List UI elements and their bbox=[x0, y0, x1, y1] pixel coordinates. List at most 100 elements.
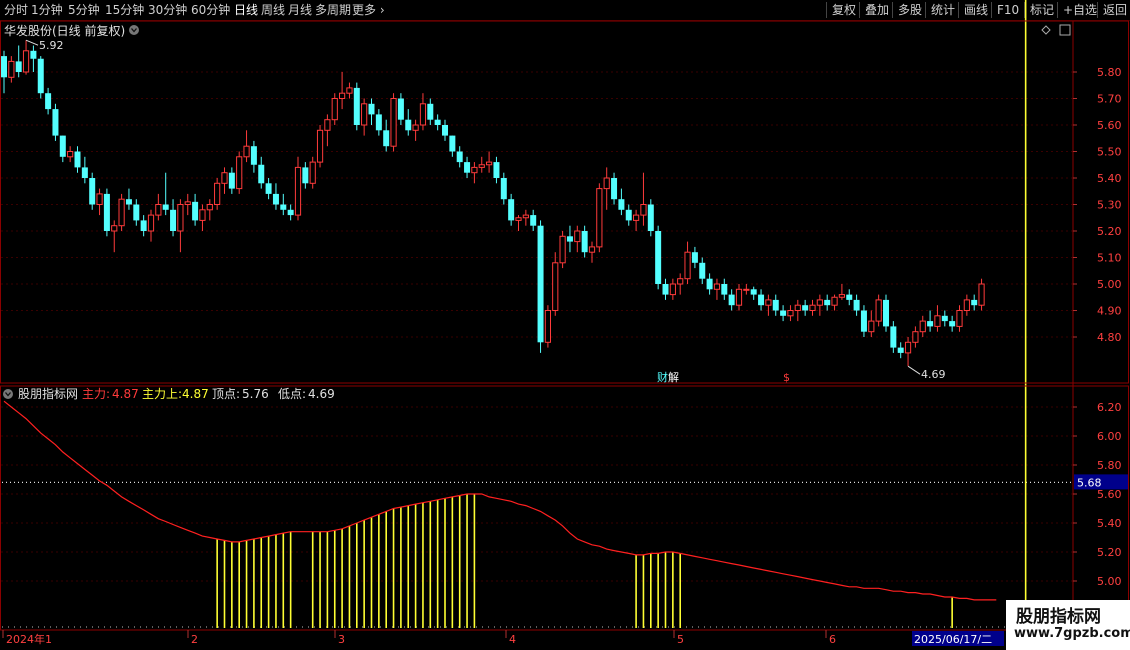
candle-body-down bbox=[758, 294, 765, 306]
candle-body-down bbox=[853, 299, 860, 311]
indicator-name: 股朋指标网 bbox=[18, 386, 78, 401]
candle-body-up bbox=[963, 299, 970, 311]
candle-body-down bbox=[927, 321, 934, 327]
candle-body-down bbox=[375, 114, 382, 131]
candle-body-down bbox=[397, 98, 404, 120]
candle-body-down bbox=[250, 146, 257, 165]
candle-body-up bbox=[875, 299, 882, 322]
candle-body-down bbox=[133, 204, 140, 221]
candle-body-up bbox=[544, 310, 551, 343]
candle-body-up bbox=[956, 310, 963, 327]
indicator-bars bbox=[216, 0, 1027, 628]
indicator-tick-label: 5.00 bbox=[1097, 575, 1122, 588]
candle-body-down bbox=[860, 310, 867, 332]
candle-body-up bbox=[324, 119, 331, 131]
indicator-param-label: 顶点: bbox=[212, 387, 240, 401]
indicator-tick-label: 5.80 bbox=[1097, 459, 1122, 472]
candle-body-down bbox=[780, 310, 787, 316]
indicator-param-value: 4.69 bbox=[308, 387, 335, 401]
candle-body-down bbox=[699, 262, 706, 279]
panel-toggle-icon bbox=[1059, 24, 1071, 36]
time-tick-label: 2 bbox=[191, 633, 198, 646]
indicator-param-label: 低点: bbox=[278, 387, 306, 401]
main-tick-label: 5.10 bbox=[1097, 252, 1122, 265]
candle-body-down bbox=[618, 199, 625, 210]
candle-body-up bbox=[478, 164, 485, 168]
indicator-param-value: 4.87 bbox=[182, 387, 209, 401]
candle-body-up bbox=[515, 217, 522, 221]
main-title: 华发股份(日线 前复权) bbox=[4, 23, 125, 38]
candle-body-up bbox=[633, 214, 640, 221]
candle-body-down bbox=[464, 162, 471, 173]
candle-body-down bbox=[883, 299, 889, 327]
candle-body-down bbox=[530, 215, 537, 226]
candle-body-down bbox=[52, 109, 59, 136]
candle-body-up bbox=[67, 151, 74, 158]
candle-body-down bbox=[508, 199, 515, 221]
candle-body-up bbox=[794, 304, 801, 312]
indicator-line bbox=[3, 400, 997, 601]
candle-body-down bbox=[280, 204, 287, 210]
high-marker-label: 5.92 bbox=[39, 39, 64, 52]
main-grid bbox=[1, 71, 1073, 338]
candle-body-up bbox=[199, 209, 206, 221]
candle-body-down bbox=[383, 130, 390, 147]
candle-body-down bbox=[434, 119, 441, 125]
candle-body-up bbox=[978, 283, 985, 306]
candle-body-up bbox=[214, 182, 221, 206]
candle-body-up bbox=[809, 304, 816, 312]
candle-body-up bbox=[868, 320, 875, 333]
main-tick-label: 5.70 bbox=[1097, 93, 1122, 106]
candle-body-up bbox=[486, 161, 493, 166]
candle-body-up bbox=[177, 204, 184, 232]
event-label-jie: 解 bbox=[668, 370, 679, 384]
candle-body-up bbox=[831, 296, 838, 306]
candle-body-up bbox=[22, 50, 30, 73]
candle-body-up bbox=[559, 235, 566, 264]
candle-body-up bbox=[765, 299, 772, 306]
candle-body-down bbox=[30, 50, 37, 59]
indicator-tick-label: 6.00 bbox=[1097, 430, 1122, 443]
candle-body-up bbox=[640, 204, 647, 216]
low-marker-label: 4.69 bbox=[921, 368, 946, 381]
candle-body-down bbox=[890, 326, 897, 348]
candle-body-down bbox=[103, 193, 110, 231]
main-tick-label: 5.60 bbox=[1097, 119, 1122, 132]
candle-body-down bbox=[228, 172, 235, 189]
candle-body-up bbox=[346, 87, 353, 94]
candle-body-up bbox=[669, 283, 676, 296]
time-tick-label: 3 bbox=[338, 633, 345, 646]
candle-body-up bbox=[390, 98, 397, 147]
candle-body-up bbox=[904, 341, 912, 354]
main-tick-label: 4.80 bbox=[1097, 331, 1122, 344]
candle-body-down bbox=[81, 167, 88, 178]
candle-body-down bbox=[691, 252, 698, 263]
candle-body-down bbox=[192, 201, 199, 221]
candle-body-down bbox=[581, 231, 588, 253]
candle-body-down bbox=[272, 193, 279, 205]
candle-body-up bbox=[331, 98, 338, 121]
candle-body-down bbox=[824, 299, 831, 306]
candle-body-down bbox=[611, 178, 618, 200]
candle-body-up bbox=[743, 288, 750, 291]
candle-body-down bbox=[287, 209, 294, 216]
candle-body-down bbox=[456, 151, 463, 163]
candle-body-up bbox=[236, 156, 243, 190]
candle-body-up bbox=[96, 193, 103, 205]
candle-body-down bbox=[405, 119, 412, 131]
candle-body-down bbox=[427, 103, 434, 120]
candle-body-down bbox=[647, 204, 654, 231]
indicator-tick-label: 5.20 bbox=[1097, 546, 1122, 559]
candle-body-down bbox=[45, 93, 52, 110]
candle-body-up bbox=[574, 230, 581, 243]
candle-body-up bbox=[603, 177, 610, 190]
candle-body-up bbox=[111, 225, 118, 232]
high-marker-line bbox=[25, 39, 39, 46]
candle-body-down bbox=[170, 209, 177, 231]
candle-body-down bbox=[625, 209, 632, 221]
main-tick-label: 5.50 bbox=[1097, 146, 1122, 159]
indicator-param-value: 4.87 bbox=[112, 387, 139, 401]
candle-body-up bbox=[787, 310, 794, 317]
candle-body-down bbox=[140, 220, 147, 231]
indicator-tick-label: 6.20 bbox=[1097, 401, 1122, 414]
